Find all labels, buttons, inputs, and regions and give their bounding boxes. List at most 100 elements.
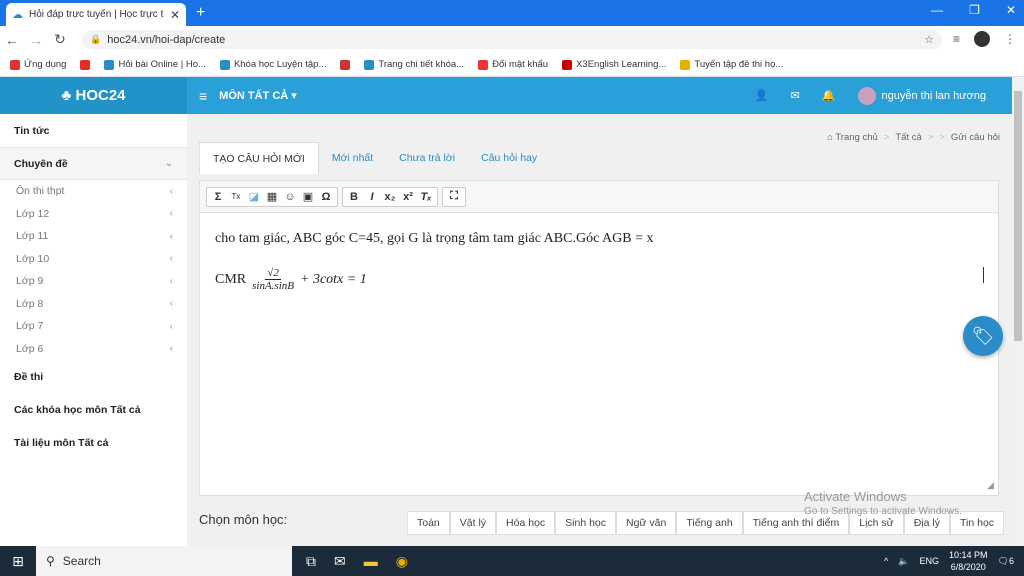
image-icon[interactable]: ▣ (300, 190, 316, 203)
mail-app-icon[interactable]: ✉ (334, 553, 346, 570)
address-bar-row: ← → ↻ 🔒 hoc24.vn/hoi-dap/create ☆ ≡ ⋮ (0, 26, 1024, 53)
profile-avatar[interactable] (974, 31, 990, 47)
sidebar-item[interactable]: Lớp 7 ‹ (0, 315, 187, 338)
breadcrumb-all[interactable]: Tất cả (895, 132, 921, 143)
sidebar-item[interactable]: Ôn thi thpt ‹ (0, 180, 187, 203)
remove-format-icon[interactable]: Tₓ (418, 191, 434, 203)
restore-icon[interactable]: ❐ (969, 3, 980, 17)
question-tabs: TẠO CÂU HỎI MỚI Mới nhất Chưa trả lời Câu h… (199, 142, 550, 174)
bookmark-item[interactable]: Ứng dụng (10, 59, 66, 70)
reload-icon[interactable]: ↻ (48, 31, 72, 48)
bookmark-item[interactable]: X3English Learning... (562, 59, 666, 70)
clear-format-icon[interactable]: Tx (228, 192, 244, 201)
back-icon[interactable]: ← (0, 32, 24, 48)
sidebar-item[interactable]: Đề thi (0, 360, 187, 393)
sidebar-item[interactable]: Lớp 8 ‹ (0, 293, 187, 316)
bookmark-item[interactable]: Trang chi tiết khóa... (364, 59, 464, 70)
minimize-icon[interactable]: — (931, 3, 943, 17)
resize-handle[interactable]: ◢ (987, 480, 994, 491)
browser-tab[interactable]: ☁ Hỏi đáp trực tuyến | Học trực tuy ✕ (6, 3, 186, 26)
bookmark-icon (364, 59, 375, 70)
add-friend-icon[interactable]: 👤 (755, 89, 769, 102)
tab-item[interactable]: Câu hỏi hay (468, 142, 550, 174)
subject-button[interactable]: Sinh học (555, 511, 617, 535)
close-icon[interactable]: ✕ (170, 8, 180, 22)
subject-button[interactable]: Tiếng anh (676, 511, 743, 535)
taskbar-search[interactable]: ⚲ Search (36, 546, 292, 576)
chevron-left-icon: ‹ (169, 230, 173, 242)
url-input[interactable]: 🔒 hoc24.vn/hoi-dap/create ☆ (82, 30, 942, 49)
queue-icon[interactable]: ≡ (953, 32, 960, 46)
windows-start-icon[interactable]: ⊞ (0, 553, 36, 570)
new-tab-icon[interactable]: + (196, 4, 205, 22)
bookmark-item[interactable]: Khóa học Luyện tập... (219, 59, 326, 70)
subject-label: Chọn môn học: (199, 512, 288, 527)
tab-item[interactable]: Chưa trả lời (386, 142, 468, 174)
task-view-icon[interactable]: ⧉ (306, 553, 316, 570)
hamburger-icon[interactable]: ≡ (199, 88, 207, 104)
star-icon[interactable]: ☆ (924, 33, 934, 46)
chevron-left-icon: ‹ (169, 320, 173, 332)
italic-icon[interactable]: I (364, 191, 380, 203)
bell-icon[interactable]: 🔔 (822, 89, 836, 102)
window-close-icon[interactable]: ✕ (1006, 3, 1016, 17)
question-editor[interactable]: Σ Tx ◪ ▦ ☺ ▣ Ω B I x₂ x² Tₓ ⛶ cho tam gi… (199, 180, 999, 496)
sidebar-item[interactable]: Lớp 11 ‹ (0, 225, 187, 248)
url-text: hoc24.vn/hoi-dap/create (107, 33, 226, 46)
sidebar-item[interactable]: Tin tức (0, 114, 187, 147)
tab-item[interactable]: TẠO CÂU HỎI MỚI (199, 142, 319, 174)
sidebar-item[interactable]: Lớp 6 ‹ (0, 338, 187, 361)
sidebar-item[interactable]: Tài liệu môn Tất cả (0, 426, 187, 459)
bookmark-item[interactable] (340, 59, 351, 70)
bookmark-item[interactable] (80, 59, 91, 70)
omega-icon[interactable]: Ω (318, 191, 334, 203)
chevron-left-icon: ‹ (169, 185, 173, 197)
bookmark-icon (80, 59, 91, 70)
subject-button[interactable]: Hóa học (496, 511, 556, 535)
notification-icon[interactable]: 🗨6 (998, 556, 1014, 567)
sidebar-item[interactable]: Các khóa học môn Tất cả (0, 393, 187, 426)
more-icon[interactable]: ⋮ (1004, 32, 1016, 46)
user-menu[interactable]: nguyễn thị lan hương (857, 86, 986, 105)
scroll-thumb[interactable] (1014, 91, 1022, 341)
clock[interactable]: 10:14 PM 6/8/2020 (949, 549, 988, 573)
volume-icon[interactable]: 🔈 (898, 556, 909, 567)
language-indicator[interactable]: ENG (920, 556, 940, 566)
tray-arrow-icon[interactable]: ^ (884, 556, 888, 566)
sidebar-item[interactable]: Lớp 9 ‹ (0, 270, 187, 293)
subject-menu[interactable]: MÔN TẤT CẢ ▾ (219, 89, 297, 102)
forward-icon[interactable]: → (24, 32, 48, 48)
table-icon[interactable]: ▦ (264, 190, 280, 203)
user-avatar (857, 86, 876, 105)
bookmark-item[interactable]: Đổi mật khẩu (478, 59, 548, 70)
bookmark-icon (219, 59, 230, 70)
breadcrumb-home[interactable]: ⌂ Trang chủ (827, 132, 878, 143)
bookmark-item[interactable]: Tuyển tập đề thi họ... (680, 59, 783, 70)
site-header: ♣ HOC24 ≡ MÔN TẤT CẢ ▾ 👤 ✉ 🔔 nguyễn thị … (0, 77, 1012, 114)
paint-icon[interactable]: ◪ (246, 190, 262, 203)
subscript-icon[interactable]: x₂ (382, 191, 398, 203)
subject-button[interactable]: Ngữ văn (616, 511, 677, 535)
mail-icon[interactable]: ✉ (791, 89, 800, 102)
chrome-icon[interactable]: ◉ (396, 553, 408, 570)
fullscreen-icon[interactable]: ⛶ (446, 190, 462, 203)
subject-button[interactable]: Vật lý (449, 511, 497, 535)
breadcrumb: ⌂ Trang chủ > Tất cả > > Gửi câu hỏi (827, 132, 1000, 143)
bookmark-item[interactable]: Hỏi bài Online | Ho... (104, 59, 206, 70)
sidebar-item[interactable]: Lớp 12 ‹ (0, 203, 187, 226)
file-explorer-icon[interactable]: ▬ (364, 553, 378, 570)
emoji-icon[interactable]: ☺ (282, 191, 298, 203)
chevron-left-icon: ‹ (169, 275, 173, 287)
formula-icon[interactable]: Σ (210, 191, 226, 203)
editor-content[interactable]: cho tam giác, ABC góc C=45, gọi G là trọ… (200, 213, 998, 310)
subject-button[interactable]: Toán (407, 511, 450, 535)
bookmarks-bar: Ứng dụng Hỏi bài Online | Ho... Khóa học L… (0, 53, 1024, 77)
page-scrollbar[interactable] (1012, 77, 1024, 546)
site-logo[interactable]: ♣ HOC24 (0, 77, 187, 114)
tab-item[interactable]: Mới nhất (319, 142, 386, 174)
superscript-icon[interactable]: x² (400, 191, 416, 203)
sidebar-item[interactable]: Lớp 10 ‹ (0, 248, 187, 271)
sidebar-item[interactable]: Chuyên đề ⌄ (0, 147, 187, 180)
bold-icon[interactable]: B (346, 191, 362, 203)
tag-button[interactable]: 🏷 (963, 316, 1003, 356)
